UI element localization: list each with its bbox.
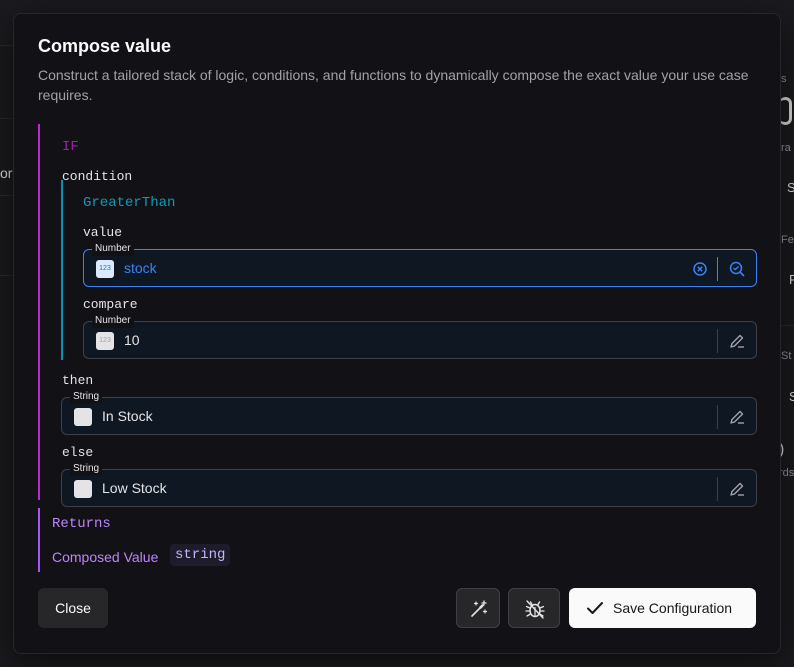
pencil-icon[interactable] [728,480,746,498]
bug-icon [525,600,545,619]
background-text: St [781,350,792,362]
wand-sparkles-icon [471,600,488,617]
check-icon [587,602,603,614]
function-keyword: GreaterThan [83,195,176,211]
greater-than-block: GreaterThan value Number 123 stock compa… [61,180,760,360]
type-tag: String [70,390,103,404]
number-type-icon: 123 [96,260,114,278]
dialog-title: Compose value [38,36,172,56]
clear-icon[interactable] [692,261,708,277]
string-type-icon [74,480,92,498]
close-button[interactable]: Close [38,588,108,628]
background-divider [779,325,794,326]
pencil-icon[interactable] [728,408,746,426]
field-separator [717,405,718,429]
field-value: Low Stock [102,480,167,496]
else-label: else [62,445,94,460]
field-value: stock [124,260,157,276]
composed-value-label: Composed Value [52,549,159,565]
returns-block: Returns Composed Value string [38,508,440,572]
compose-value-dialog: Compose value Construct a tailored stack… [13,13,781,654]
compare-label: compare [83,297,138,312]
background-text: rds [779,467,794,479]
if-block: IF condition GreaterThan value Number 12… [38,124,760,507]
background-divider [0,45,13,46]
background-text: ra [781,142,791,154]
type-tag: Number [92,242,134,256]
background-text: F [789,272,794,287]
field-value: 10 [124,332,140,348]
value-field[interactable]: Number 123 stock [83,242,757,287]
field-value: In Stock [102,408,153,424]
string-type-icon [74,408,92,426]
background-divider [0,195,13,196]
pencil-icon[interactable] [728,332,746,350]
returns-keyword: Returns [52,516,111,532]
type-tag: String [70,462,103,476]
return-type-badge: string [170,544,231,566]
dialog-description: Construct a tailored stack of logic, con… [38,67,749,103]
field-separator [717,257,718,281]
background-text: Fe [781,234,794,246]
number-type-icon: 123 [96,332,114,350]
else-field[interactable]: String Low Stock [61,462,757,507]
background-text: S [789,389,794,404]
background-divider [0,275,13,276]
debug-button[interactable] [508,588,560,628]
then-label: then [62,373,94,388]
field-separator [717,329,718,353]
background-text: S [787,180,794,195]
background-text: s [781,73,787,85]
compare-field[interactable]: Number 123 10 [83,314,757,359]
type-tag: Number [92,314,134,328]
value-label: value [83,225,123,240]
search-icon[interactable] [728,260,746,278]
field-separator [717,477,718,501]
save-button-label: Save Configuration [613,600,733,616]
save-configuration-button[interactable]: Save Configuration [569,588,756,628]
background-divider [0,118,13,119]
then-field[interactable]: String In Stock [61,390,757,435]
if-keyword: IF [62,139,79,155]
auto-compose-button[interactable] [456,588,500,628]
